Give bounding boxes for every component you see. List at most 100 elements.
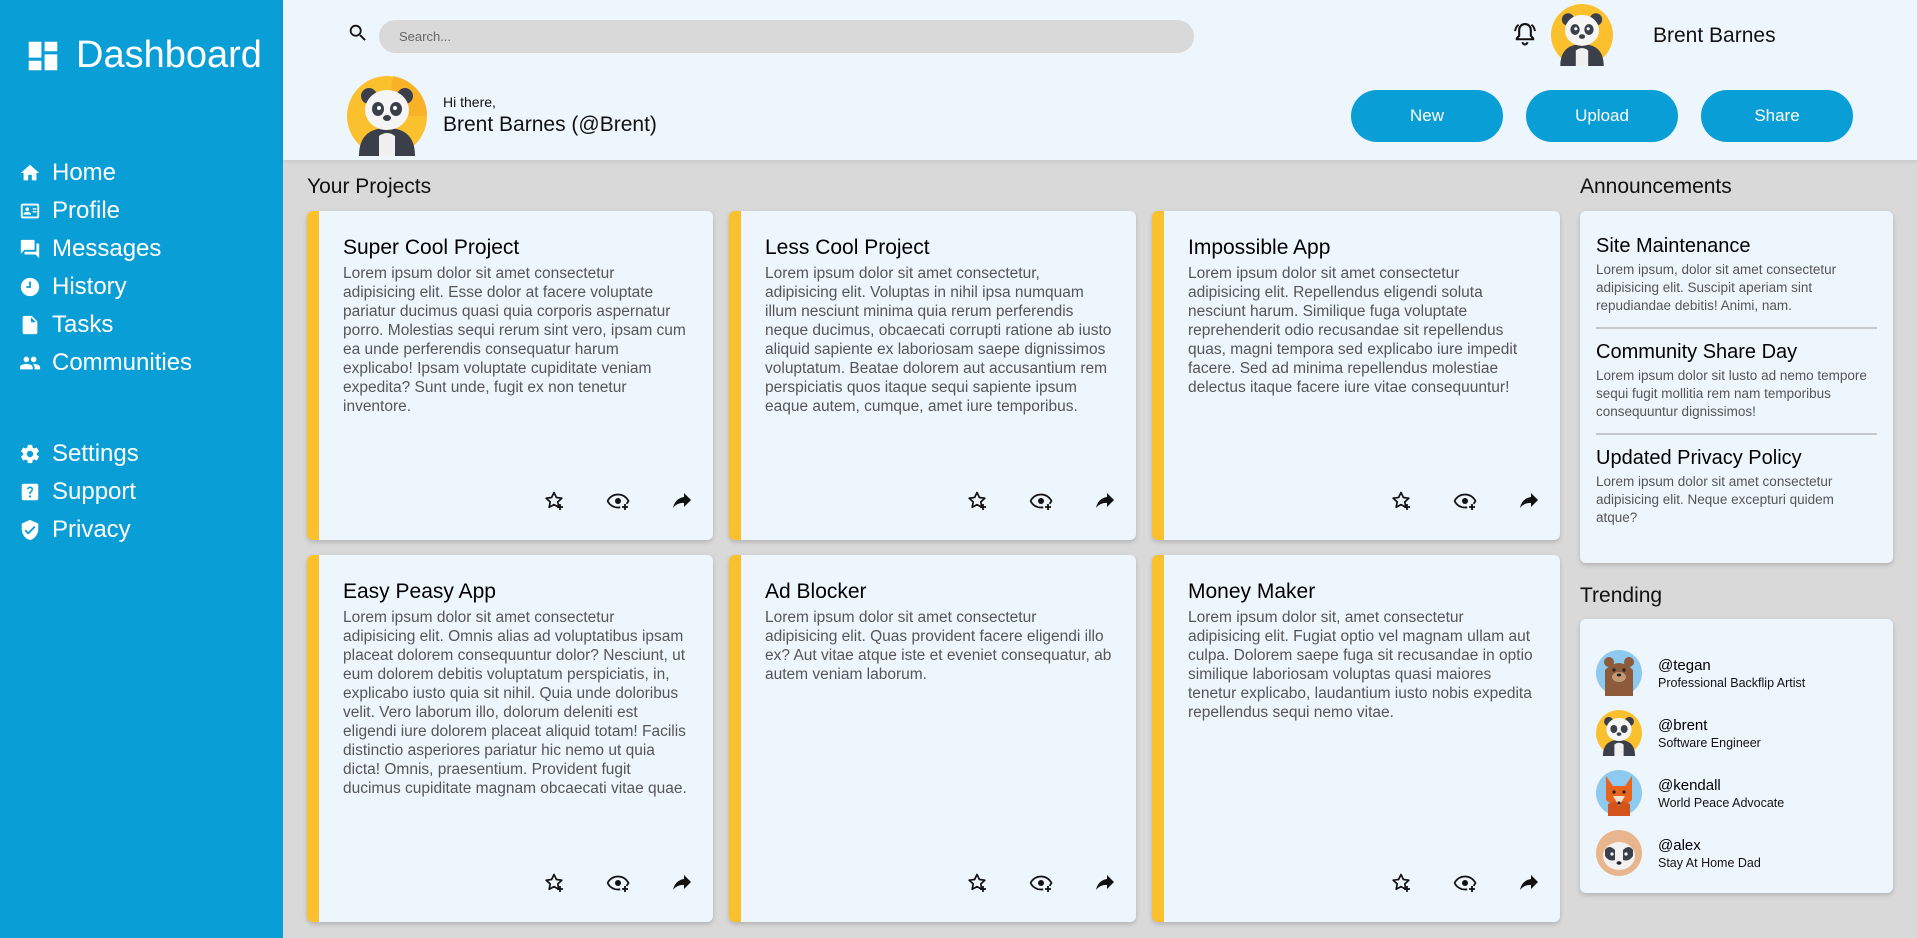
dashboard-icon [28,41,58,70]
project-card[interactable]: Less Cool Project Lorem ipsum dolor sit a… [729,211,1136,540]
trending-item[interactable]: @kendall World Peace Advocate [1596,763,1877,823]
announcements-heading: Announcements [1580,175,1732,198]
project-description: Lorem ipsum dolor sit amet consectetur a… [343,265,686,415]
trending-role: Professional Backflip Artist [1658,675,1806,690]
search-input[interactable] [379,20,1194,53]
announcement-title: Updated Privacy Policy [1596,447,1802,469]
project-card[interactable]: Super Cool Project Lorem ipsum dolor sit … [307,211,713,540]
announcement-body: Lorem ipsum, dolor sit amet consectetur … [1596,262,1837,313]
trending-role: World Peace Advocate [1658,795,1785,810]
trending-item[interactable]: @alex Stay At Home Dad [1596,823,1877,883]
share-icon[interactable] [1092,488,1118,514]
project-card[interactable]: Ad Blocker Lorem ipsum dolor sit amet con… [729,555,1136,922]
sidebar-item-settings[interactable]: Settings [18,435,278,473]
sidebar-item-privacy[interactable]: Privacy [18,511,278,549]
watch-icon[interactable] [1028,870,1054,896]
upload-button[interactable]: Upload [1526,90,1678,142]
trending-item[interactable]: @brent Software Engineer [1596,703,1877,763]
project-actions [1388,488,1542,514]
trending-item[interactable]: @tegan Professional Backflip Artist [1596,643,1877,703]
clock-icon [18,275,42,299]
star-add-icon[interactable] [964,488,990,514]
bear-avatar [1596,650,1642,696]
brand-title: Dashboard [76,34,262,76]
watch-icon[interactable] [1452,488,1478,514]
trending-role: Software Engineer [1658,735,1761,750]
announcement-item[interactable]: Site Maintenance Lorem ipsum, dolor sit … [1596,235,1877,329]
watch-icon[interactable] [605,488,631,514]
project-title: Money Maker [1188,580,1316,603]
watch-icon[interactable] [1452,870,1478,896]
trending-role: Stay At Home Dad [1658,855,1761,870]
brand[interactable]: Dashboard [24,34,262,77]
profile-card-icon [18,199,42,223]
announcement-item[interactable]: Updated Privacy Policy Lorem ipsum dolor… [1596,447,1877,539]
people-icon [18,351,42,375]
project-card[interactable]: Easy Peasy App Lorem ipsum dolor sit amet… [307,555,713,922]
share-icon[interactable] [669,870,695,896]
share-icon[interactable] [1516,870,1542,896]
sidebar-item-label: Privacy [52,516,131,543]
gear-icon [18,442,42,466]
trending-panel: @tegan Professional Backflip Artist @bre… [1580,619,1893,893]
greeting-text: Hi there, [443,94,496,110]
star-add-icon[interactable] [541,870,567,896]
watch-icon[interactable] [1028,488,1054,514]
trending-heading: Trending [1580,584,1663,607]
project-description: Lorem ipsum dolor sit amet consectetur a… [1188,265,1518,396]
share-icon[interactable] [1516,488,1542,514]
announcement-item[interactable]: Community Share Day Lorem ipsum dolor si… [1596,341,1877,435]
project-actions [964,870,1118,896]
project-description: Lorem ipsum dolor sit amet consectetur a… [765,609,1112,683]
sidebar-item-label: Settings [52,440,139,467]
sidebar-item-label: Profile [52,197,121,224]
search-icon[interactable] [347,22,369,44]
new-button[interactable]: New [1351,90,1503,142]
star-add-icon[interactable] [1388,870,1414,896]
share-button[interactable]: Share [1701,90,1853,142]
help-icon [18,480,42,504]
sidebar-item-label: Messages [52,235,162,262]
project-description: Lorem ipsum dolor sit, amet consectetur … [1188,609,1533,721]
sidebar-item-label: Communities [52,349,193,376]
bell-icon[interactable] [1511,20,1539,48]
trending-handle: @kendall [1658,776,1721,794]
watch-icon[interactable] [605,870,631,896]
announcement-body: Lorem ipsum dolor sit lusto ad nemo temp… [1596,368,1867,419]
project-actions [964,488,1118,514]
panda-avatar [1596,710,1642,756]
share-icon[interactable] [669,488,695,514]
star-add-icon[interactable] [964,870,990,896]
home-icon [18,161,42,185]
projects-heading: Your Projects [307,175,432,198]
sidebar-item-home[interactable]: Home [18,154,278,192]
sidebar-item-label: Tasks [52,311,114,338]
user-name[interactable]: Brent Barnes [1653,24,1776,48]
share-icon[interactable] [1092,870,1118,896]
project-description: Lorem ipsum dolor sit amet consectetur, … [765,265,1112,415]
greeting-avatar [347,76,427,156]
document-icon [18,313,42,337]
announcements-panel: Site Maintenance Lorem ipsum, dolor sit … [1580,211,1893,563]
sidebar-item-label: Home [52,159,117,186]
sidebar-item-communities[interactable]: Communities [18,344,278,382]
project-actions [1388,870,1542,896]
header: Brent Barnes Hi there, Brent Barnes (@Br… [283,0,1917,160]
star-add-icon[interactable] [1388,488,1414,514]
announcement-title: Site Maintenance [1596,235,1751,257]
user-avatar[interactable] [1551,4,1613,66]
sidebar-item-support[interactable]: Support [18,473,278,511]
trending-handle: @tegan [1658,656,1711,674]
project-actions [541,870,695,896]
sidebar-item-history[interactable]: History [18,268,278,306]
fox-avatar [1596,770,1642,816]
sidebar-item-messages[interactable]: Messages [18,230,278,268]
project-title: Impossible App [1188,236,1331,259]
project-title: Ad Blocker [765,580,867,603]
project-card[interactable]: Impossible App Lorem ipsum dolor sit amet… [1152,211,1560,540]
star-add-icon[interactable] [541,488,567,514]
announcement-title: Community Share Day [1596,341,1798,363]
sidebar-item-tasks[interactable]: Tasks [18,306,278,344]
sidebar-item-profile[interactable]: Profile [18,192,278,230]
project-card[interactable]: Money Maker Lorem ipsum dolor sit, amet c… [1152,555,1560,922]
